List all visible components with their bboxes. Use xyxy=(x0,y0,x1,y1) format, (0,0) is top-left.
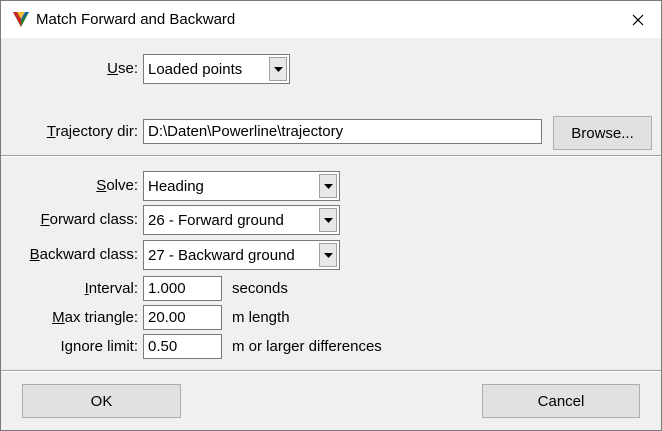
chevron-down-icon[interactable] xyxy=(269,57,287,81)
separator-top xyxy=(1,155,661,157)
interval-label: Interval: xyxy=(84,280,138,297)
use-select[interactable]: Loaded points xyxy=(143,54,290,84)
separator-bottom xyxy=(1,370,661,372)
app-icon xyxy=(13,12,29,27)
cancel-button[interactable]: Cancel xyxy=(482,384,640,418)
max-triangle-unit: m length xyxy=(232,309,290,326)
window-title: Match Forward and Backward xyxy=(36,11,236,28)
browse-button[interactable]: Browse... xyxy=(553,116,652,150)
ignore-limit-label: Ignore limit: xyxy=(60,338,138,355)
max-triangle-label: Max triangle: xyxy=(52,309,138,326)
ignore-limit-input[interactable]: 0.50 xyxy=(143,334,222,359)
ok-button[interactable]: OK xyxy=(22,384,181,418)
ignore-limit-unit: m or larger differences xyxy=(232,338,382,355)
use-label: Use: xyxy=(107,60,138,77)
title-bar: Match Forward and Backward xyxy=(1,1,661,38)
trajectory-dir-input[interactable]: D:\Daten\Powerline\trajectory xyxy=(143,119,542,144)
use-select-value: Loaded points xyxy=(148,60,243,78)
forward-class-select[interactable]: 26 - Forward ground xyxy=(143,205,340,235)
chevron-down-icon[interactable] xyxy=(319,174,337,198)
interval-input[interactable]: 1.000 xyxy=(143,276,222,301)
solve-label: Solve: xyxy=(96,177,138,194)
chevron-down-icon[interactable] xyxy=(319,208,337,232)
solve-select-value: Heading xyxy=(148,177,204,195)
backward-class-select-value: 27 - Backward ground xyxy=(148,246,295,264)
close-button[interactable] xyxy=(615,1,661,38)
trajectory-dir-label: Trajectory dir: xyxy=(46,123,138,140)
solve-select[interactable]: Heading xyxy=(143,171,340,201)
backward-class-label: Backward class: xyxy=(29,246,138,263)
forward-class-label: Forward class: xyxy=(40,211,138,228)
close-icon xyxy=(632,14,644,25)
dialog-window: Match Forward and Backward Use: Loaded p… xyxy=(0,0,662,431)
interval-unit: seconds xyxy=(232,280,288,297)
chevron-down-icon[interactable] xyxy=(319,243,337,267)
forward-class-select-value: 26 - Forward ground xyxy=(148,211,284,229)
dialog-content: Use: Loaded points Trajectory dir: D:\Da… xyxy=(1,38,661,430)
backward-class-select[interactable]: 27 - Backward ground xyxy=(143,240,340,270)
max-triangle-input[interactable]: 20.00 xyxy=(143,305,222,330)
